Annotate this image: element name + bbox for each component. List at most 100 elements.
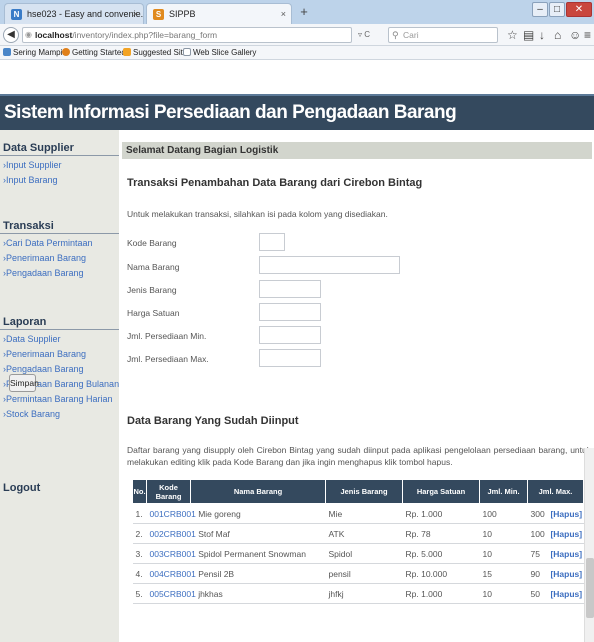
bookmarks-toolbar: Sering Mampir Getting Started Suggested … [0, 46, 594, 60]
cell-nama: Spidol Permanent Snowman [198, 548, 306, 559]
tab-title: hse023 - Easy and convenie... [27, 9, 144, 19]
new-tab-button[interactable]: + [296, 4, 312, 20]
sidebar-section-data-supplier: Data Supplier ›Input Supplier ›Input Bar… [0, 141, 119, 188]
cell-min: 15 [479, 563, 528, 584]
close-tab-icon[interactable]: × [281, 4, 286, 24]
page-header: Sistem Informasi Persediaan dan Pengadaa… [0, 94, 594, 130]
back-arrow-icon[interactable]: ◀ [3, 27, 19, 43]
sidebar-item-input-supplier[interactable]: ›Input Supplier [0, 158, 119, 173]
address-bar[interactable]: ◉ localhost/inventory/index.php?file=bar… [22, 27, 352, 43]
home-icon[interactable]: ⌂ [554, 28, 561, 42]
cell-harga: Rp. 78 [402, 523, 480, 544]
search-placeholder: Cari [403, 30, 419, 40]
cell-harga: Rp. 1.000 [402, 583, 480, 604]
star-bookmark-icon[interactable]: ☆ [507, 28, 518, 42]
cell-max: 300 [527, 503, 547, 524]
tab-sippb[interactable]: S SIPPB × [146, 3, 292, 24]
sidebar-item-input-barang[interactable]: ›Input Barang [0, 173, 119, 188]
maximize-window-button[interactable]: □ [549, 2, 565, 17]
search-icon: ⚲ [392, 30, 399, 40]
table-description: Daftar barang yang disupply oleh Cirebon… [127, 445, 591, 467]
sidebar-section-transaksi: Transaksi ›Cari Data Permintaan ›Penerim… [0, 219, 119, 281]
sidebar-section-title: Data Supplier [0, 141, 119, 156]
url-path: /inventory/index.php?file=barang_form [72, 30, 218, 40]
cell-nama: Stof Maf [198, 528, 230, 539]
sidebar-item-pengadaan-barang[interactable]: ›Pengadaan Barang [0, 266, 119, 281]
bookmark-item[interactable]: Getting Started [62, 46, 126, 59]
sidebar-section-title: Transaksi [0, 219, 119, 234]
col-header-harga: Harga Satuan [402, 479, 480, 504]
bookmark-item[interactable]: Suggested Sites [123, 46, 191, 59]
pocket-icon[interactable]: ☺ [569, 28, 581, 42]
persediaan-max-field[interactable] [259, 349, 321, 367]
cell-jenis: Spidol [325, 543, 403, 564]
hapus-link[interactable]: [Hapus] [546, 503, 584, 524]
kode-barang-link[interactable]: 004CRB001 [150, 569, 196, 579]
logout-link[interactable]: Logout [3, 482, 40, 494]
bookmark-item[interactable]: Sering Mampir [3, 46, 65, 59]
cell-max: 75 [527, 543, 547, 564]
label-kode-barang: Kode Barang [127, 238, 177, 248]
cell-no: 4. [132, 563, 147, 584]
col-header-nama: Nama Barang [190, 479, 326, 504]
kode-barang-link[interactable]: 002CRB001 [150, 529, 196, 539]
cell-no: 3. [132, 543, 147, 564]
tab-strip: N hse023 - Easy and convenie... × S SIPP… [0, 0, 594, 24]
minimize-window-button[interactable]: – [532, 2, 548, 17]
data-barang-table: No. Kode Barang Nama Barang Jenis Barang… [132, 479, 584, 604]
cell-jenis: pensil [325, 563, 403, 584]
simpan-button[interactable]: Simpan [9, 374, 39, 392]
close-window-button[interactable]: ✕ [566, 2, 592, 17]
page-scrollbar[interactable] [584, 448, 594, 642]
sidebar-item-cari-data-permintaan[interactable]: ›Cari Data Permintaan [0, 236, 119, 251]
cell-min: 10 [479, 543, 528, 564]
download-icon[interactable]: ↓ [539, 28, 545, 42]
cell-nama: Mie goreng [198, 508, 241, 519]
tab-hse023[interactable]: N hse023 - Easy and convenie... × [4, 3, 144, 24]
kode-barang-link[interactable]: 003CRB001 [150, 549, 196, 559]
sidebar-item-penerimaan-barang[interactable]: ›Penerimaan Barang [0, 251, 119, 266]
search-input[interactable]: ⚲ Cari [388, 27, 498, 43]
persediaan-min-field[interactable] [259, 326, 321, 344]
reload-icon[interactable]: ▿ C [358, 30, 370, 39]
tab-favicon-icon: S [153, 9, 164, 20]
col-header-no: No. [132, 479, 147, 504]
hapus-link[interactable]: [Hapus] [546, 563, 584, 584]
bookmark-label: Sering Mampir [13, 48, 66, 57]
cell-min: 10 [479, 523, 528, 544]
cell-no: 1. [132, 503, 147, 524]
site-info-icon[interactable]: ◉ [25, 28, 32, 42]
cell-max: 50 [527, 583, 547, 604]
sidebar-item-stock-barang[interactable]: ›Stock Barang [0, 407, 119, 422]
jenis-barang-field[interactable] [259, 280, 321, 298]
sidebar-item-laporan-penerimaan-barang[interactable]: ›Penerimaan Barang [0, 347, 119, 362]
reading-list-icon[interactable]: ▤ [523, 28, 534, 42]
close-tab-icon[interactable]: × [133, 4, 138, 24]
hapus-link[interactable]: [Hapus] [546, 583, 584, 604]
sidebar-item-laporan-data-supplier[interactable]: ›Data Supplier [0, 332, 119, 347]
harga-satuan-field[interactable] [259, 303, 321, 321]
menu-icon[interactable]: ≡ [584, 28, 591, 42]
page-title: Sistem Informasi Persediaan dan Pengadaa… [4, 102, 457, 123]
firefox-icon [62, 48, 70, 56]
label-harga-satuan: Harga Satuan [127, 308, 180, 318]
nama-barang-field[interactable] [259, 256, 400, 274]
hapus-link[interactable]: [Hapus] [546, 523, 584, 544]
cell-max: 90 [527, 563, 547, 584]
label-jenis-barang: Jenis Barang [127, 285, 177, 295]
table-title: Data Barang Yang Sudah Diinput [127, 415, 299, 427]
scrollbar-thumb[interactable] [586, 558, 594, 618]
web-slice-icon [183, 48, 191, 56]
col-header-jenis: Jenis Barang [325, 479, 403, 504]
table-row: 1. 001CRB001 Mie goreng Mie Rp. 1.000 10… [132, 503, 584, 524]
sidebar-item-permintaan-harian[interactable]: ›Permintaan Barang Harian [0, 392, 119, 407]
welcome-bar: Selamat Datang Bagian Logistik [122, 142, 592, 159]
cell-max: 100 [527, 523, 547, 544]
col-header-min: Jml. Min. [479, 479, 528, 504]
cell-kode-nama: 005CRB001 jhkhas [146, 583, 326, 604]
bookmark-item[interactable]: Web Slice Gallery [183, 46, 256, 59]
kode-barang-link[interactable]: 005CRB001 [150, 589, 196, 599]
kode-barang-link[interactable]: 001CRB001 [150, 509, 196, 519]
kode-barang-field[interactable] [259, 233, 285, 251]
hapus-link[interactable]: [Hapus] [546, 543, 584, 564]
